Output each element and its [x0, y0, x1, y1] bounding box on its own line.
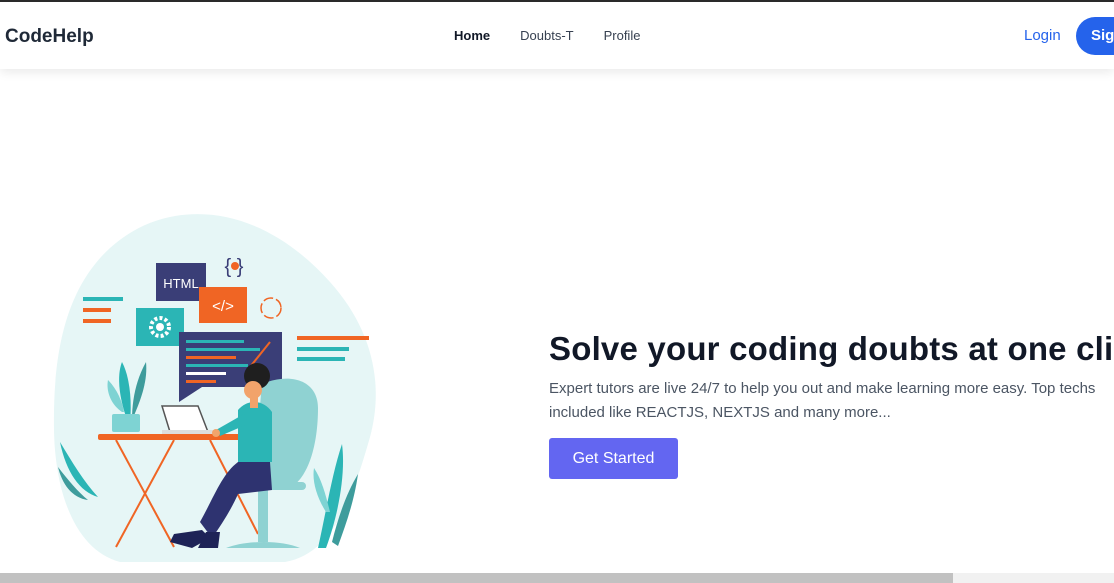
html-card-label: HTML — [163, 276, 198, 291]
nav-link-profile[interactable]: Profile — [604, 28, 641, 43]
nav-link-doubts[interactable]: Doubts-T — [520, 28, 573, 43]
brand-logo[interactable]: CodeHelp — [5, 26, 94, 48]
braces-icon: { } — [225, 256, 244, 278]
main-nav: Home Doubts-T Profile — [454, 28, 670, 43]
scrollbar-thumb[interactable] — [0, 573, 953, 583]
hero-illustration: HTML </> { } — [53, 214, 376, 563]
hero-description: Expert tutors are live 24/7 to help you … — [549, 380, 1096, 421]
signup-button[interactable]: Sig — [1076, 17, 1114, 55]
login-link[interactable]: Login — [1024, 27, 1061, 44]
html-card: HTML — [156, 263, 206, 301]
nav-link-home[interactable]: Home — [454, 28, 490, 43]
get-started-button[interactable]: Get Started — [549, 438, 678, 479]
hero-title: Solve your coding doubts at one click — [549, 330, 1114, 368]
code-card-label: </> — [212, 298, 234, 315]
gear-icon — [136, 308, 184, 346]
navbar: CodeHelp Home Doubts-T Profile Login Sig — [0, 2, 1114, 69]
horizontal-scrollbar[interactable] — [0, 573, 1114, 583]
code-card: </> — [199, 287, 247, 323]
